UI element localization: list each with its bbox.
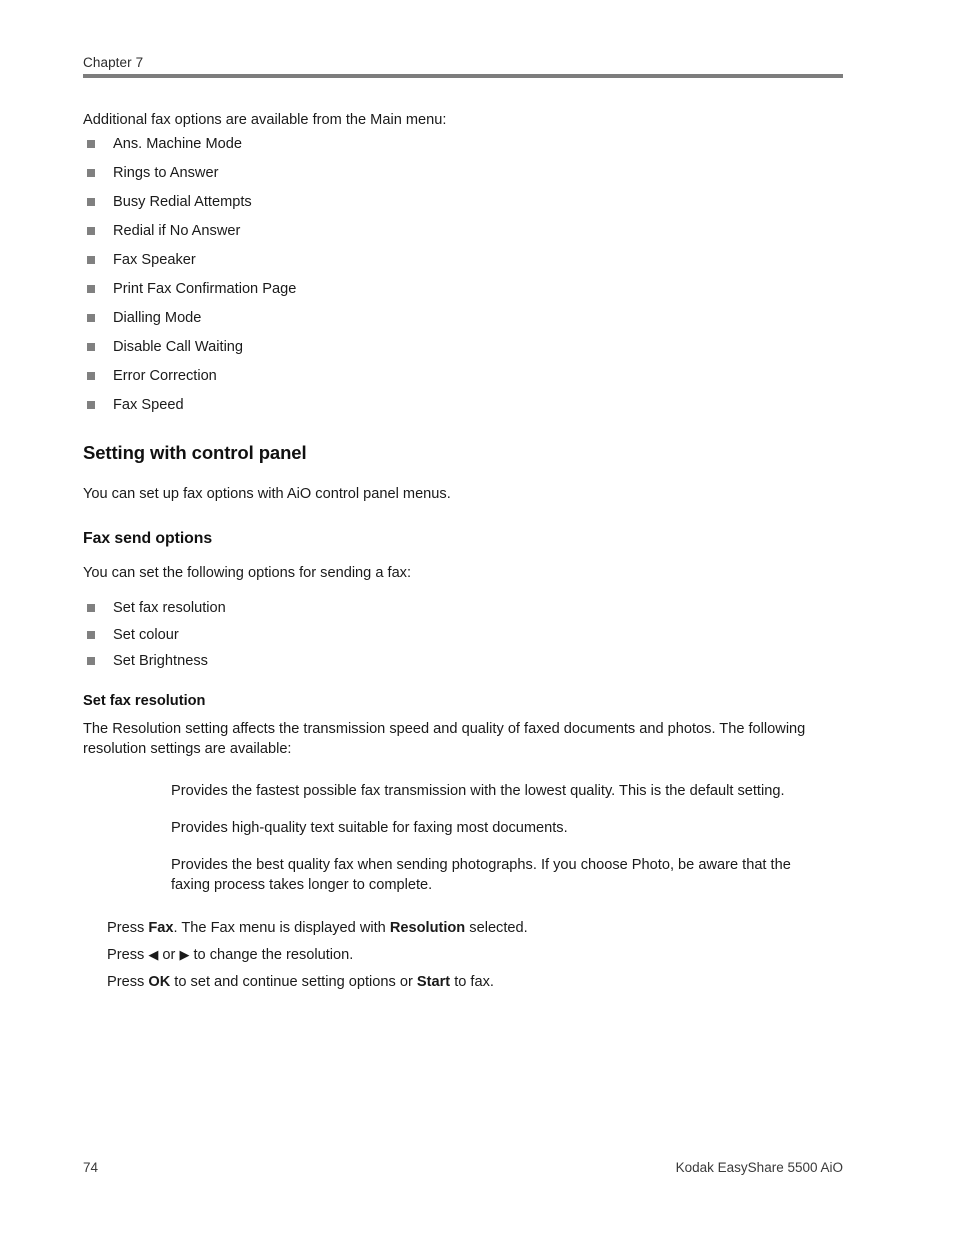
step1-key-resolution: Resolution — [389, 919, 466, 936]
list-item-label: Error Correction — [113, 368, 217, 384]
list-item: Fax Speed — [83, 391, 845, 420]
right-arrow-icon: ▶ — [179, 947, 190, 963]
list-item-label: Fax Speed — [113, 397, 184, 413]
square-bullet-icon — [87, 285, 95, 293]
step3-prefix: Press — [107, 973, 149, 990]
square-bullet-icon — [87, 256, 95, 264]
page-content: Additional fax options are available fro… — [83, 110, 845, 996]
square-bullet-icon — [87, 314, 95, 322]
fax-send-heading: Fax send options — [83, 530, 213, 547]
intro-paragraph: Additional fax options are available fro… — [83, 112, 447, 128]
document-page: Chapter 7 Additional fax options are ava… — [0, 0, 954, 1235]
list-item: Error Correction — [83, 362, 845, 391]
main-menu-options-list: Ans. Machine Mode Rings to Answer Busy R… — [83, 130, 845, 420]
step2-suffix: to change the resolution. — [189, 946, 354, 963]
step2-conjunction: or — [158, 946, 180, 963]
fax-send-intro: You can set the following options for se… — [83, 565, 412, 581]
step1-middle: . The Fax menu is displayed with — [173, 919, 390, 936]
step-press-fax: Press Fax. The Fax menu is displayed wit… — [107, 915, 845, 942]
list-item: Print Fax Confirmation Page — [83, 275, 845, 304]
list-item: Dialling Mode — [83, 304, 845, 333]
set-fax-resolution-heading: Set fax resolution — [83, 692, 206, 709]
list-item-label: Ans. Machine Mode — [113, 136, 242, 152]
square-bullet-icon — [87, 169, 95, 177]
definition-description: Provides the best quality fax when sendi… — [171, 856, 791, 893]
list-item: Set fax resolution — [83, 595, 845, 622]
step3-middle: to set and continue setting options or — [170, 973, 417, 990]
square-bullet-icon — [87, 604, 95, 612]
chapter-label: Chapter 7 — [83, 55, 144, 70]
list-item-label: Fax Speaker — [113, 252, 196, 268]
list-item: Set colour — [83, 622, 845, 649]
resolution-definition-list: Provides the fastest possible fax transm… — [83, 781, 845, 895]
square-bullet-icon — [87, 372, 95, 380]
step1-suffix: selected. — [465, 919, 528, 936]
step3-suffix: to fax. — [450, 973, 494, 990]
definition-description: Provides high-quality text suitable for … — [171, 819, 568, 836]
set-fax-resolution-intro: The Resolution setting affects the trans… — [83, 720, 806, 757]
list-item: Set Brightness — [83, 648, 845, 675]
square-bullet-icon — [87, 401, 95, 409]
page-header: Chapter 7 — [83, 54, 843, 78]
definition-term — [83, 781, 171, 801]
square-bullet-icon — [87, 227, 95, 235]
definition-term — [83, 818, 171, 838]
list-item: Rings to Answer — [83, 159, 845, 188]
step3-key-ok: OK — [148, 973, 171, 990]
list-item: Disable Call Waiting — [83, 333, 845, 362]
square-bullet-icon — [87, 657, 95, 665]
product-name: Kodak EasyShare 5500 AiO — [675, 1160, 843, 1175]
procedure-steps: Press Fax. The Fax menu is displayed wit… — [83, 915, 845, 996]
square-bullet-icon — [87, 343, 95, 351]
page-number: 74 — [83, 1160, 99, 1175]
list-item: Fax Speaker — [83, 246, 845, 275]
definition-row: Provides high-quality text suitable for … — [83, 818, 845, 838]
definition-description: Provides the fastest possible fax transm… — [171, 782, 785, 799]
section-heading: Setting with control panel — [83, 442, 307, 463]
square-bullet-icon — [87, 198, 95, 206]
step-press-ok: Press OK to set and continue setting opt… — [107, 969, 845, 996]
definition-term — [83, 855, 171, 895]
step3-key-start: Start — [416, 973, 451, 990]
left-arrow-icon: ◀ — [148, 947, 159, 963]
list-item: Busy Redial Attempts — [83, 188, 845, 217]
list-item-label: Dialling Mode — [113, 310, 202, 326]
list-item-label: Print Fax Confirmation Page — [113, 281, 297, 297]
fax-send-options-list: Set fax resolution Set colour Set Bright… — [83, 595, 845, 675]
step2-prefix: Press — [107, 946, 149, 963]
list-item-label: Set Brightness — [113, 653, 208, 669]
step1-key-fax: Fax — [148, 919, 174, 936]
list-item: Ans. Machine Mode — [83, 130, 845, 159]
list-item: Redial if No Answer — [83, 217, 845, 246]
definition-row: Provides the fastest possible fax transm… — [83, 781, 845, 801]
step-press-arrows: Press ◀ or ▶ to change the resolution. — [107, 942, 845, 969]
section-intro: You can set up fax options with AiO cont… — [83, 486, 451, 502]
list-item-label: Redial if No Answer — [113, 223, 241, 239]
page-footer: 74 Kodak EasyShare 5500 AiO — [83, 1160, 843, 1175]
list-item-label: Rings to Answer — [113, 165, 219, 181]
step1-prefix: Press — [107, 919, 149, 936]
header-rule — [83, 74, 843, 78]
list-item-label: Set colour — [113, 626, 179, 643]
square-bullet-icon — [87, 630, 95, 639]
definition-row: Provides the best quality fax when sendi… — [83, 855, 845, 895]
list-item-label: Disable Call Waiting — [113, 339, 244, 355]
list-item-label: Busy Redial Attempts — [113, 194, 252, 210]
list-item-label: Set fax resolution — [113, 600, 226, 616]
square-bullet-icon — [87, 140, 95, 148]
